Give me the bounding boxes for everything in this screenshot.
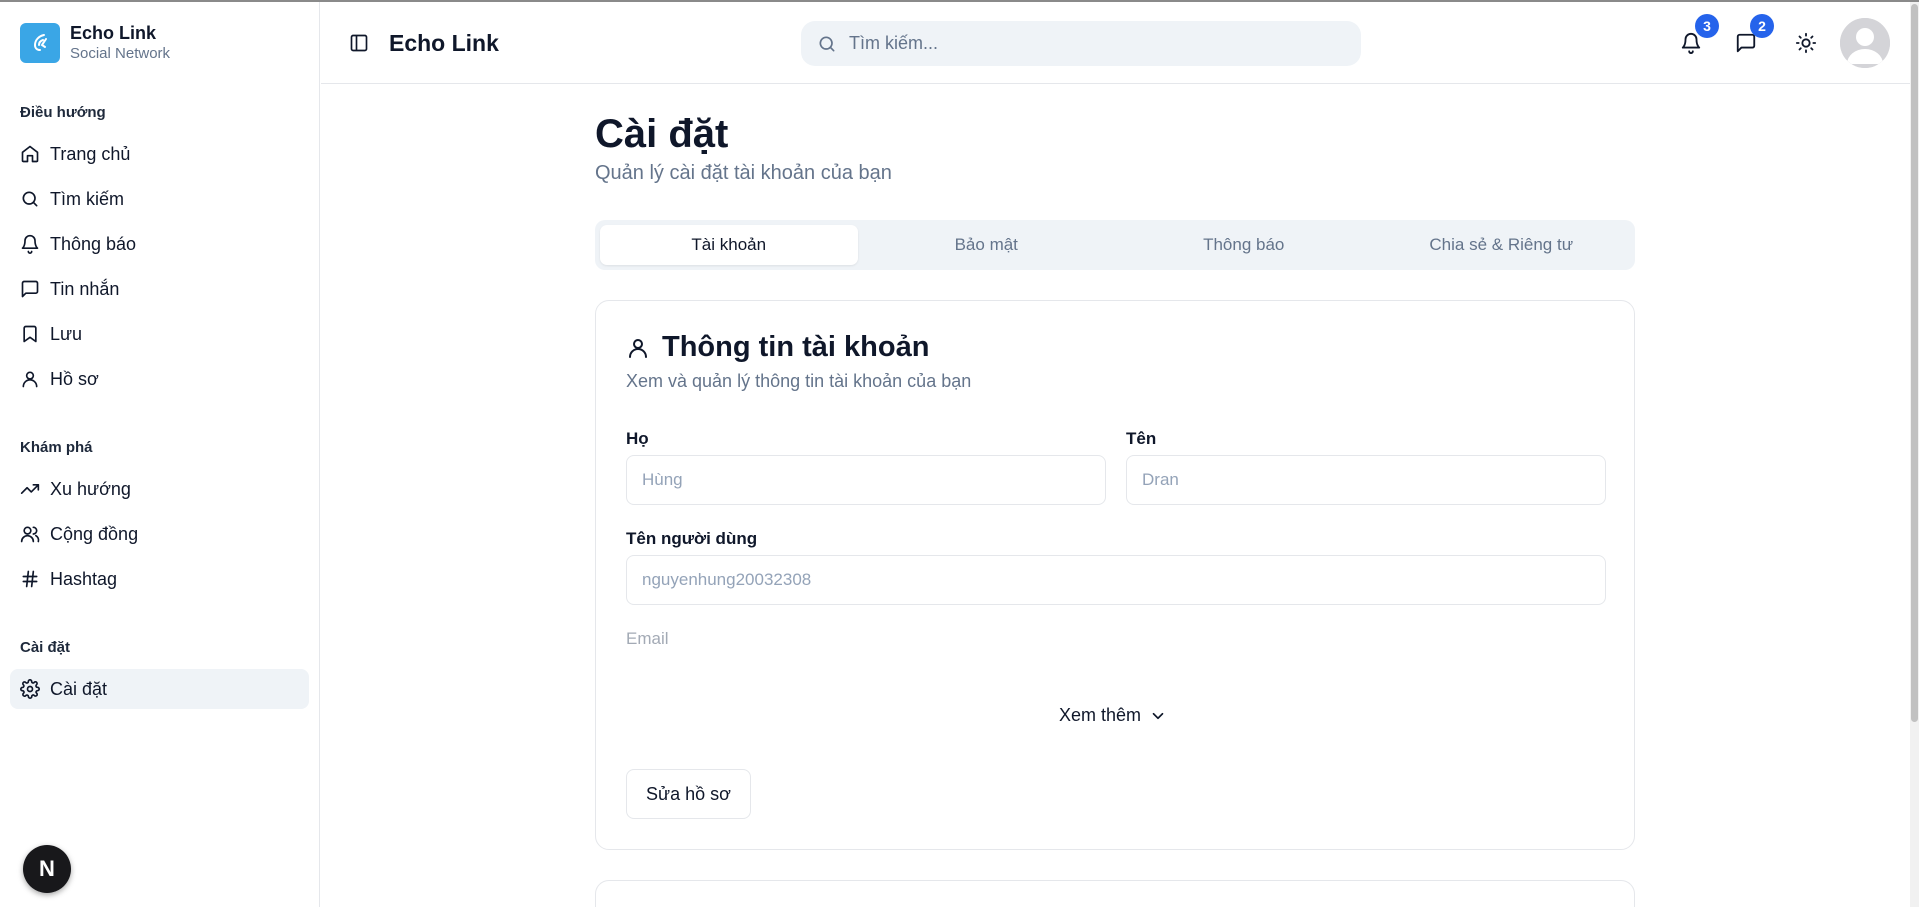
card-description: Xem và quản lý thông tin tài khoản của b… <box>626 371 972 391</box>
nav-group-settings: Cài đặt <box>20 639 71 656</box>
sidebar-item-hashtag[interactable]: Hashtag <box>10 559 309 599</box>
page-title: Cài đặt <box>595 112 729 156</box>
nav-group-navigation: Điều hướng <box>20 104 106 121</box>
header-title: Echo Link <box>389 30 499 56</box>
messages-count-badge: 2 <box>1750 14 1774 38</box>
settings-tabs: Tài khoản Bảo mật Thông báo Chia sẻ & Ri… <box>595 220 1635 270</box>
search-icon <box>819 36 835 52</box>
user-icon <box>629 338 647 358</box>
sidebar-item-label: Thông báo <box>50 233 137 254</box>
search-bar[interactable] <box>801 21 1361 66</box>
sidebar-item-notifications[interactable]: Thông báo <box>10 224 309 264</box>
sidebar-item-label: Trang chủ <box>50 143 131 164</box>
tab-security[interactable]: Bảo mật <box>858 225 1116 265</box>
notifications-count-badge: 3 <box>1695 14 1719 38</box>
email-label: Email <box>626 629 669 648</box>
sidebar-item-messages[interactable]: Tin nhắn <box>10 269 309 309</box>
theme-toggle-sun-icon[interactable] <box>1795 32 1817 54</box>
sidebar-item-saved[interactable]: Lưu <box>10 314 309 354</box>
sidebar-item-label: Xu hướng <box>50 478 131 499</box>
sidebar-item-label: Hashtag <box>50 568 118 589</box>
sidebar-item-label: Lưu <box>50 323 83 344</box>
brand[interactable]: Echo Link Social Network <box>20 22 170 64</box>
first-name-field[interactable] <box>1126 455 1606 505</box>
sidebar-item-label: Cộng đồng <box>50 523 139 544</box>
sidebar-item-label: Cài đặt <box>50 678 108 699</box>
scrollbar-thumb[interactable] <box>1911 4 1918 722</box>
trending-icon <box>20 484 40 494</box>
bookmark-icon <box>23 325 37 343</box>
sidebar-item-label: Hồ sơ <box>50 368 99 389</box>
show-more-label: Xem thêm <box>1059 705 1142 725</box>
show-more-button[interactable]: Xem thêm <box>1059 705 1167 726</box>
sidebar-item-trending[interactable]: Xu hướng <box>10 469 309 509</box>
search-icon <box>22 191 38 207</box>
hash-icon <box>22 570 38 588</box>
account-info-card: Thông tin tài khoản Xem và quản lý thông… <box>595 300 1635 850</box>
sidebar-item-settings[interactable]: Cài đặt <box>10 669 309 709</box>
message-icon <box>21 280 39 298</box>
first-name-label: Tên <box>1126 429 1157 448</box>
nextjs-dev-badge[interactable]: N <box>23 845 71 893</box>
users-icon <box>20 526 40 543</box>
tab-account[interactable]: Tài khoản <box>600 225 858 265</box>
gear-icon <box>20 679 40 699</box>
avatar[interactable] <box>1840 18 1890 68</box>
sidebar-item-label: Tìm kiếm <box>50 188 124 209</box>
tab-notifications[interactable]: Thông báo <box>1115 225 1373 265</box>
username-label: Tên người dùng <box>626 529 758 548</box>
nav-group-explore: Khám phá <box>20 439 93 456</box>
brand-title: Echo Link <box>70 23 157 43</box>
home-icon <box>21 145 39 163</box>
sidebar: Echo Link Social Network Điều hướng Tran… <box>0 2 320 907</box>
top-header: Echo Link 3 2 <box>321 2 1919 84</box>
sidebar-item-profile[interactable]: Hồ sơ <box>10 359 309 399</box>
default-avatar-icon <box>1840 18 1890 68</box>
page-subtitle: Quản lý cài đặt tài khoản của bạn <box>595 162 892 184</box>
last-name-field[interactable] <box>626 455 1106 505</box>
sidebar-item-community[interactable]: Cộng đồng <box>10 514 309 554</box>
last-name-label: Họ <box>626 429 649 448</box>
sidebar-item-label: Tin nhắn <box>50 278 120 299</box>
bell-icon <box>21 234 39 254</box>
sidebar-item-home[interactable]: Trang chủ <box>10 134 309 174</box>
search-input[interactable] <box>849 33 1329 54</box>
chevron-down-icon <box>1152 712 1164 719</box>
tab-sharing-privacy[interactable]: Chia sẻ & Riêng tư <box>1373 225 1631 265</box>
echo-link-logo-icon <box>20 23 60 63</box>
sidebar-item-search[interactable]: Tìm kiếm <box>10 179 309 219</box>
username-field[interactable] <box>626 555 1606 605</box>
edit-profile-button[interactable]: Sửa hồ sơ <box>626 769 751 819</box>
next-settings-card <box>595 880 1635 907</box>
user-icon <box>22 371 38 388</box>
sidebar-toggle-icon[interactable] <box>349 33 369 53</box>
card-title: Thông tin tài khoản <box>662 331 930 363</box>
brand-subtitle: Social Network <box>70 45 171 62</box>
